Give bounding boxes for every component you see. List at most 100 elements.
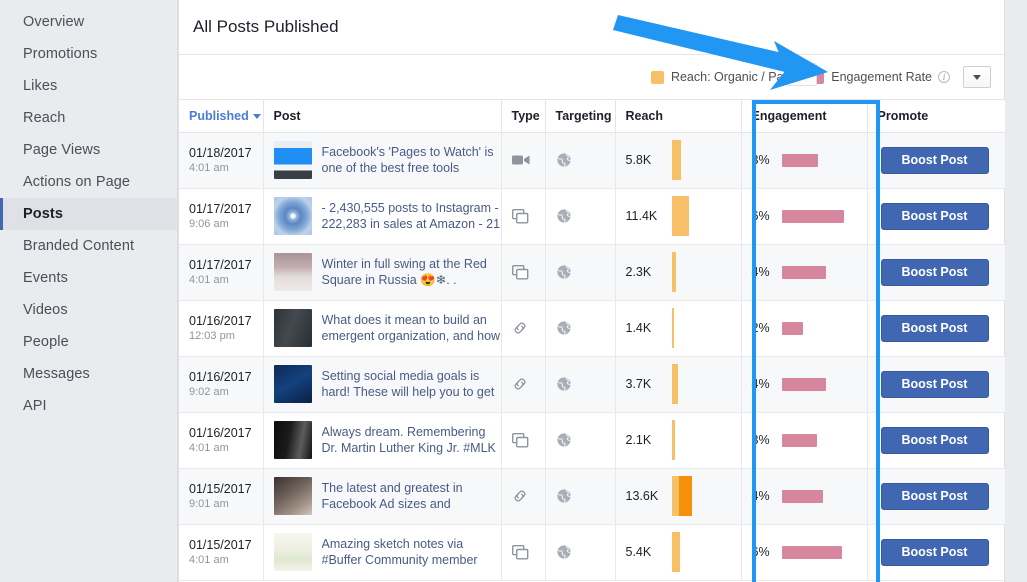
post-text[interactable]: Setting social media goals is hard! Thes… <box>322 368 501 401</box>
table-row[interactable]: 01/18/2017 4:01 am Facebook's 'Pages to Wa… <box>179 132 1006 189</box>
engagement-bar <box>781 265 826 279</box>
sidebar-item-branded-content[interactable]: Branded Content <box>0 230 177 262</box>
boost-post-button[interactable]: Boost Post <box>880 314 989 342</box>
metric-dropdown-button[interactable] <box>963 66 991 88</box>
sidebar-item-promotions[interactable]: Promotions <box>0 38 177 70</box>
boost-post-button[interactable]: Boost Post <box>880 258 989 286</box>
cell-targeting <box>545 244 616 301</box>
published-date: 01/17/2017 <box>189 257 252 272</box>
column-header-engagement[interactable]: Engagement <box>741 100 868 133</box>
sidebar-item-reach[interactable]: Reach <box>0 102 177 134</box>
boost-post-button[interactable]: Boost Post <box>880 538 989 566</box>
column-header-targeting[interactable]: Targeting <box>545 100 616 133</box>
table-row[interactable]: 01/16/2017 12:03 pm What does it mean to b… <box>179 300 1006 357</box>
globe-icon <box>556 544 615 560</box>
sidebar-item-label: Branded Content <box>23 238 135 254</box>
published-time: 12:03 pm <box>189 329 235 342</box>
sidebar-item-videos[interactable]: Videos <box>0 294 177 326</box>
published-date: 01/16/2017 <box>189 313 252 328</box>
post-text[interactable]: Facebook's 'Pages to Watch' is one of th… <box>322 144 501 177</box>
sidebar-item-page-views[interactable]: Page Views <box>0 134 177 166</box>
globe-icon <box>556 264 615 280</box>
cell-published: 01/16/2017 12:03 pm <box>179 300 264 357</box>
info-icon[interactable]: i <box>938 71 950 83</box>
table-row[interactable]: 01/17/2017 9:06 am - 2,430,555 posts to In… <box>179 188 1006 245</box>
published-date: 01/18/2017 <box>189 145 252 160</box>
sidebar-item-overview[interactable]: Overview <box>0 6 177 38</box>
posts-table: Published Post Type Targeting Reach Enga… <box>179 100 1006 581</box>
cell-post: Always dream. Remembering Dr. Martin Lut… <box>263 412 502 469</box>
sidebar-item-messages[interactable]: Messages <box>0 358 177 390</box>
cell-engagement: 3% <box>741 412 868 469</box>
reach-bar <box>671 196 689 236</box>
cell-targeting <box>545 300 616 357</box>
sidebar-item-events[interactable]: Events <box>0 262 177 294</box>
globe-icon <box>556 320 615 336</box>
column-header-reach[interactable]: Reach <box>615 100 742 133</box>
post-text[interactable]: The latest and greatest in Facebook Ad s… <box>322 480 501 513</box>
cell-type <box>501 244 546 301</box>
boost-post-button[interactable]: Boost Post <box>880 370 989 398</box>
cell-engagement: 4% <box>741 356 868 413</box>
post-text[interactable]: What does it mean to build an emergent o… <box>322 312 501 345</box>
reach-value: 3.7K <box>625 377 652 391</box>
boost-post-button[interactable]: Boost Post <box>880 426 989 454</box>
legend-bar: Reach: Organic / Paid Engagement Rate i <box>179 55 1004 100</box>
cell-type <box>501 300 546 357</box>
sidebar-item-posts[interactable]: Posts <box>0 198 177 230</box>
published-time: 4:01 am <box>189 553 229 566</box>
post-thumbnail[interactable] <box>273 365 312 403</box>
sidebar-item-label: Videos <box>23 302 68 318</box>
cell-engagement: 4% <box>741 468 868 525</box>
post-thumbnail[interactable] <box>273 141 312 179</box>
column-header-published[interactable]: Published <box>179 100 264 133</box>
legend-item-engagement: Engagement Rate i <box>811 70 950 84</box>
column-header-promote[interactable]: Promote <box>867 100 1006 133</box>
post-thumbnail[interactable] <box>273 421 312 459</box>
sidebar-item-actions-on-page[interactable]: Actions on Page <box>0 166 177 198</box>
post-thumbnail[interactable] <box>273 197 312 235</box>
sidebar-item-label: Page Views <box>23 142 101 158</box>
sidebar-item-api[interactable]: API <box>0 390 177 422</box>
post-thumbnail[interactable] <box>273 533 312 571</box>
cell-promote: Boost Post <box>867 244 1006 301</box>
cell-promote: Boost Post <box>867 356 1006 413</box>
column-header-type[interactable]: Type <box>501 100 546 133</box>
post-text[interactable]: Winter in full swing at the Red Square i… <box>322 256 501 289</box>
photo-icon <box>511 208 545 224</box>
table-row[interactable]: 01/15/2017 9:01 am The latest and greatest… <box>179 468 1006 525</box>
cell-targeting <box>545 188 616 245</box>
published-date: 01/16/2017 <box>189 369 252 384</box>
post-thumbnail[interactable] <box>273 309 312 347</box>
reach-bar <box>671 532 680 572</box>
globe-icon <box>556 488 615 504</box>
engagement-bar <box>781 153 818 167</box>
reach-bar-organic <box>671 252 676 292</box>
column-header-post[interactable]: Post <box>263 100 502 133</box>
cell-published: 01/17/2017 9:06 am <box>179 188 264 245</box>
photo-icon <box>511 544 545 560</box>
sidebar-item-label: Messages <box>23 366 90 382</box>
sidebar-item-label: API <box>23 398 47 414</box>
reach-color-swatch <box>650 70 664 84</box>
boost-post-button[interactable]: Boost Post <box>880 146 989 174</box>
post-text[interactable]: Always dream. Remembering Dr. Martin Lut… <box>322 424 501 456</box>
main-panel: All Posts Published Reach: Organic / Pai… <box>178 0 1006 582</box>
post-text[interactable]: - 2,430,555 posts to Instagram - 222,283… <box>322 200 501 232</box>
table-row[interactable]: 01/17/2017 4:01 am Winter in full swing at… <box>179 244 1006 301</box>
published-time: 4:01 am <box>189 161 229 174</box>
sidebar-item-people[interactable]: People <box>0 326 177 358</box>
boost-post-button[interactable]: Boost Post <box>880 482 989 510</box>
published-time: 4:01 am <box>189 441 229 454</box>
post-text[interactable]: Amazing sketch notes via #Buffer Communi… <box>322 536 501 569</box>
sidebar-item-likes[interactable]: Likes <box>0 70 177 102</box>
table-row[interactable]: 01/16/2017 9:02 am Setting social media go… <box>179 356 1006 413</box>
cell-reach: 11.4K <box>615 188 742 245</box>
table-row[interactable]: 01/15/2017 4:01 am Amazing sketch notes vi… <box>179 524 1006 581</box>
globe-icon <box>556 152 615 168</box>
boost-post-button[interactable]: Boost Post <box>880 202 989 230</box>
chevron-down-icon <box>973 74 981 80</box>
post-thumbnail[interactable] <box>273 477 312 515</box>
table-row[interactable]: 01/16/2017 4:01 am Always dream. Rememberi… <box>179 412 1006 469</box>
post-thumbnail[interactable] <box>273 253 312 291</box>
